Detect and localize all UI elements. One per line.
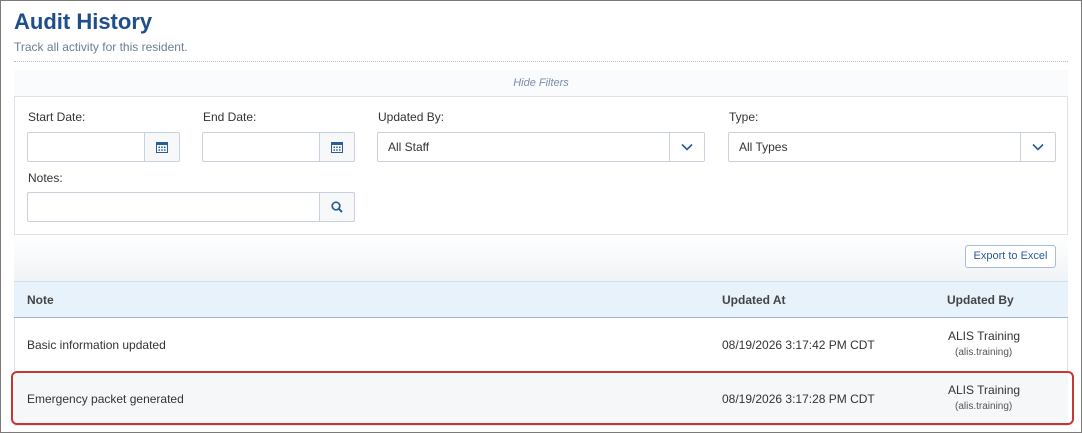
start-date-picker-button[interactable] (144, 132, 180, 162)
type-select[interactable]: All Types (728, 132, 1056, 162)
export-to-excel-button[interactable]: Export to Excel (965, 245, 1056, 268)
page-subtitle: Track all activity for this resident. (14, 40, 188, 54)
column-header-updated-at[interactable]: Updated At (722, 282, 786, 318)
type-selected-value: All Types (739, 140, 788, 154)
type-label: Type: (729, 110, 759, 124)
calendar-icon (331, 142, 343, 153)
end-date-picker-button[interactable] (319, 132, 355, 162)
hide-filters-toggle[interactable]: Hide Filters (14, 70, 1068, 97)
updated-by-selected-value: All Staff (388, 140, 430, 154)
column-header-updated-by[interactable]: Updated By (947, 282, 1014, 318)
start-date-input[interactable] (27, 132, 145, 162)
notes-search-button[interactable] (319, 192, 355, 222)
table-row[interactable]: Basic information updated 08/19/2026 3:1… (14, 318, 1068, 372)
note-cell: Basic information updated (27, 338, 166, 352)
page-title: Audit History (14, 9, 153, 34)
end-date-label: End Date: (203, 110, 257, 124)
updated-by-select[interactable]: All Staff (377, 132, 705, 162)
chevron-down-icon (1020, 133, 1055, 161)
updated-at-cell: 08/19/2026 3:17:42 PM CDT (722, 338, 875, 352)
calendar-icon (156, 142, 168, 153)
table-toolbar (14, 234, 1068, 281)
search-icon (331, 201, 343, 213)
start-date-label: Start Date: (28, 110, 86, 124)
updated-by-label: Updated By: (378, 110, 445, 124)
updated-by-username: (alis.training) (955, 347, 1013, 358)
table-header: Note Updated At Updated By (14, 281, 1068, 318)
end-date-input[interactable] (202, 132, 320, 162)
updated-by-name: ALIS Training (948, 329, 1021, 343)
notes-input[interactable] (27, 192, 320, 222)
chevron-down-icon (669, 133, 704, 161)
divider (14, 61, 1068, 62)
column-header-note[interactable]: Note (27, 282, 54, 318)
row-highlight-annotation (11, 371, 1074, 425)
notes-label: Notes: (28, 171, 63, 185)
